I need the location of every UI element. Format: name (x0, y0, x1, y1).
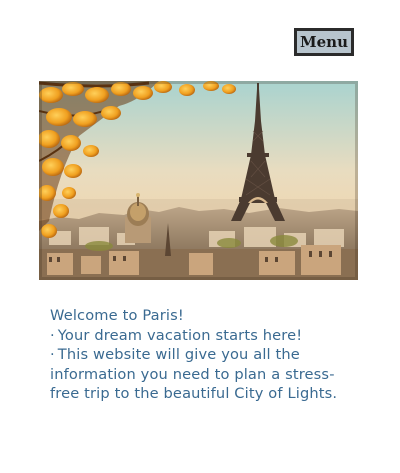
welcome-heading: Welcome to Paris! (50, 307, 184, 324)
menu-button[interactable]: Menu (294, 28, 354, 56)
bullet-glyph: · (50, 346, 55, 363)
bullet-text: This website will give you all the infor… (50, 346, 338, 402)
intro-text: Welcome to Paris! · Your dream vacation s… (50, 306, 350, 404)
bullet-item: · This website will give you all the info… (50, 345, 350, 404)
eiffel-tower-photo (39, 81, 358, 280)
bullet-item: · Your dream vacation starts here! (50, 326, 350, 346)
hero-image (39, 81, 358, 280)
bullet-text: Your dream vacation starts here! (57, 326, 303, 344)
bullet-glyph: · (50, 326, 55, 344)
